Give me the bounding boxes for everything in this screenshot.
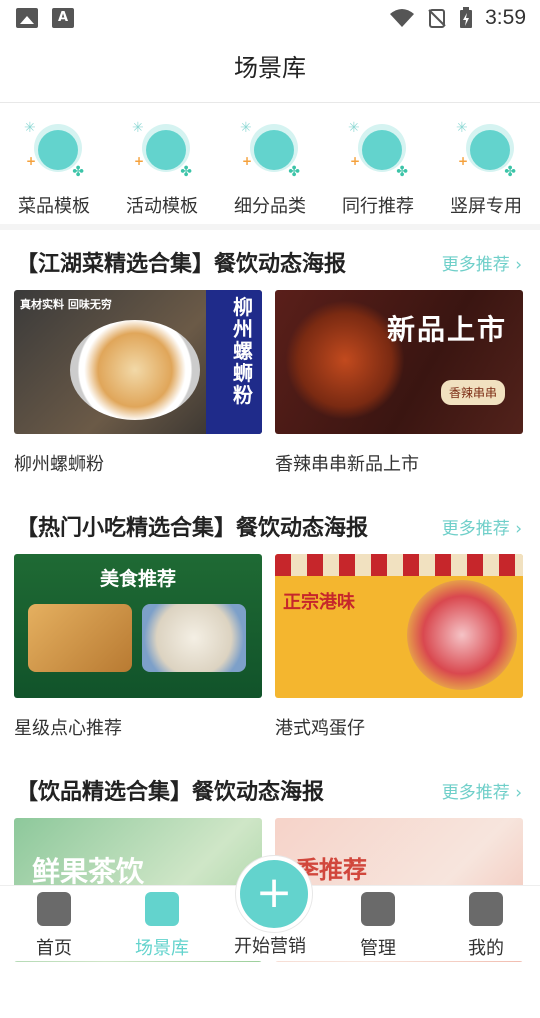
tab-scene-library[interactable]: 场景库 xyxy=(108,886,216,960)
cube-icon xyxy=(145,892,179,926)
tab-home[interactable]: 首页 xyxy=(0,886,108,960)
category-activity-template[interactable]: ✳ + ✤ 活动模板 xyxy=(108,120,216,218)
status-time: 3:59 xyxy=(485,6,526,29)
template-card[interactable]: 正宗港味 港式鸡蛋仔 xyxy=(275,554,523,740)
tab-mine[interactable]: 我的 xyxy=(432,886,540,960)
cabinet-icon xyxy=(361,892,395,926)
section-title: 【饮品精选合集】餐饮动态海报 xyxy=(16,780,325,805)
card-caption: 香辣串串新品上市 xyxy=(275,454,419,475)
section-jianghu: 【江湖菜精选合集】餐饮动态海报 更多推荐 › 真材实料 回味无穷 柳州螺蛳粉 柳… xyxy=(0,230,540,490)
poster-thumbnail: 新品上市 香辣串串 xyxy=(275,290,523,434)
category-row: ✳ + ✤ 菜品模板 ✳ + ✤ 活动模板 ✳ + ✤ 细分品类 ✳ + ✤ 同行推荐 ✳ + ✤ … xyxy=(0,104,540,224)
category-dish-template[interactable]: ✳ + ✤ 菜品模板 xyxy=(0,120,108,218)
page-header: 场景库 xyxy=(0,36,540,103)
start-marketing-button[interactable]: + xyxy=(236,856,312,932)
home-icon xyxy=(37,892,71,926)
section-snacks: 【热门小吃精选合集】餐饮动态海报 更多推荐 › 美食推荐 星级点心推荐 正宗港味… xyxy=(0,494,540,754)
template-card[interactable]: 真材实料 回味无穷 柳州螺蛳粉 柳州螺蛳粉 xyxy=(14,290,262,476)
card-caption: 柳州螺蛳粉 xyxy=(14,454,104,475)
card-caption: 港式鸡蛋仔 xyxy=(275,718,365,739)
category-subdivision[interactable]: ✳ + ✤ 细分品类 xyxy=(216,120,324,218)
card-caption: 星级点心推荐 xyxy=(14,718,122,739)
no-sim-icon xyxy=(428,9,446,28)
section-title: 【江湖菜精选合集】餐饮动态海报 xyxy=(16,252,347,277)
a-notification-icon: A xyxy=(52,8,74,28)
wifi-icon xyxy=(390,9,415,27)
poster-thumbnail: 正宗港味 xyxy=(275,554,523,698)
plus-icon: + xyxy=(255,867,293,918)
category-vertical-screen[interactable]: ✳ + ✤ 竖屏专用 xyxy=(432,120,540,218)
user-icon xyxy=(469,892,503,926)
page-title: 场景库 xyxy=(234,54,306,82)
more-recommend-link[interactable]: 更多推荐 › xyxy=(442,514,522,539)
image-notification-icon xyxy=(16,8,38,28)
chevron-right-icon: › xyxy=(515,519,522,539)
battery-icon xyxy=(460,7,473,28)
category-label: 活动模板 xyxy=(126,196,198,217)
more-recommend-link[interactable]: 更多推荐 › xyxy=(442,778,522,803)
category-label: 竖屏专用 xyxy=(450,196,522,217)
poster-thumbnail: 美食推荐 xyxy=(14,554,262,698)
status-bar: A 3:59 xyxy=(0,0,540,36)
category-label: 菜品模板 xyxy=(18,196,90,217)
category-label: 细分品类 xyxy=(234,196,306,217)
more-recommend-link[interactable]: 更多推荐 › xyxy=(442,250,522,275)
chevron-right-icon: › xyxy=(515,255,522,275)
category-label: 同行推荐 xyxy=(342,196,414,217)
chevron-right-icon: › xyxy=(515,783,522,803)
poster-thumbnail: 真材实料 回味无穷 柳州螺蛳粉 xyxy=(14,290,262,434)
template-card[interactable]: 新品上市 香辣串串 香辣串串新品上市 xyxy=(275,290,523,476)
category-peer-recommend[interactable]: ✳ + ✤ 同行推荐 xyxy=(324,120,432,218)
tab-manage[interactable]: 管理 xyxy=(324,886,432,960)
template-card[interactable]: 美食推荐 星级点心推荐 xyxy=(14,554,262,740)
section-title: 【热门小吃精选合集】餐饮动态海报 xyxy=(16,516,369,541)
